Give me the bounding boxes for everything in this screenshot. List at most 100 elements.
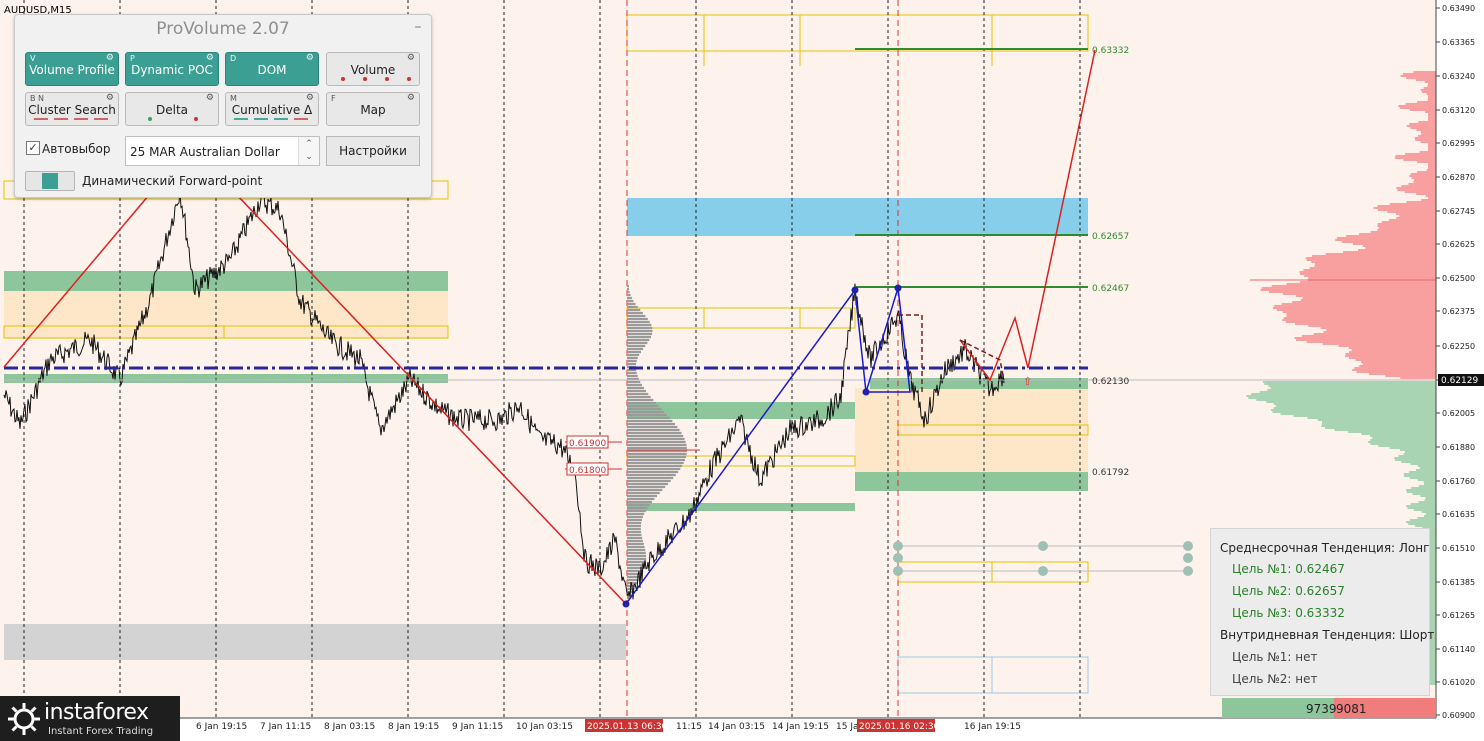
price-tick-label: 0.62375: [1442, 307, 1475, 316]
panel-title: ProVolume 2.07: [156, 19, 290, 39]
gear-icon[interactable]: ⚙: [206, 94, 214, 103]
bull-zone: [855, 472, 1088, 491]
mid-target-3: Цель №3: 0.63332: [1232, 606, 1345, 620]
mid-trend-title: Среднесрочная Тенденция: Лонг: [1220, 541, 1430, 555]
mid-target-1: Цель №1: 0.62467: [1232, 562, 1345, 576]
time-tick-label: 7 Jan 11:15: [260, 722, 311, 732]
instaforex-logo: instaforex Instant Forex Trading: [0, 696, 180, 741]
gear-icon[interactable]: ⚙: [206, 54, 214, 63]
cluster-search-button[interactable]: B N ⚙ Cluster Search: [25, 92, 119, 126]
time-tick-label: 14 Jan 03:15: [708, 722, 765, 732]
trading-chart-window[interactable]: 0.63332 0.62657 0.62467 0.62130 0.61792 0.619…: [0, 0, 1484, 741]
dom-button[interactable]: D ⚙ DOM: [225, 52, 319, 86]
time-tick-label: 9 Jan 11:15: [452, 722, 503, 732]
instrument-select[interactable]: 25 MAR Australian Dollar ⌃ ⌄: [125, 136, 320, 166]
dynamic-poc-button[interactable]: P ⚙ Dynamic POC: [125, 52, 219, 86]
wave-point: [622, 600, 630, 608]
price-tick-label: 0.61140: [1442, 645, 1475, 654]
time-tick-label: 14 Jan 19:15: [772, 722, 829, 732]
settings-button[interactable]: Настройки: [326, 136, 420, 166]
price-tick-label: 0.62625: [1442, 240, 1475, 249]
delta-button[interactable]: ⚙ Delta: [125, 92, 219, 126]
price-tick-label: 0.62005: [1442, 409, 1475, 418]
level-label: 0.62130: [1092, 377, 1129, 387]
target-dot: [1183, 541, 1193, 551]
gear-icon[interactable]: ⚙: [106, 54, 114, 63]
minimize-icon[interactable]: –: [411, 20, 425, 34]
time-tick-label: 11:15: [676, 722, 702, 732]
gear-icon[interactable]: ⚙: [106, 94, 114, 103]
price-tick-label: 0.61020: [1442, 678, 1475, 687]
target-level-label: 0.62467: [1092, 284, 1129, 294]
target-dot: [1038, 566, 1048, 576]
select-spinner[interactable]: ⌃ ⌄: [298, 137, 319, 165]
target-dot: [1183, 566, 1193, 576]
map-button[interactable]: F ⚙ Map: [326, 92, 420, 126]
forward-point-toggle[interactable]: [25, 171, 75, 191]
time-tick-label: 10 Jan 03:15: [516, 722, 573, 732]
price-tick-label: 0.62250: [1442, 342, 1475, 351]
volume-button[interactable]: ⚙ Volume: [326, 52, 420, 86]
dom-level-label: 0.61800: [569, 466, 606, 476]
cluster-indicator: [32, 118, 112, 121]
autoselect-checkbox[interactable]: ✓: [26, 141, 40, 155]
gear-icon[interactable]: ⚙: [306, 94, 314, 103]
target-dot: [1183, 553, 1193, 563]
logo-icon: [8, 703, 40, 735]
cumulative-indicator: [232, 118, 312, 121]
gear-icon[interactable]: ⚙: [407, 54, 415, 63]
gear-icon[interactable]: ⚙: [306, 54, 314, 63]
target-dot: [893, 566, 903, 576]
volume-indicator: [333, 77, 413, 81]
target-level-label: 0.62657: [1092, 232, 1129, 242]
time-tick-label: 2025.01.16 02:30: [859, 722, 940, 732]
cream-zone: [855, 388, 1088, 472]
time-tick-label: 15 Ja: [836, 722, 858, 732]
price-tick-label: 0.62870: [1442, 173, 1475, 182]
wave-point: [851, 286, 859, 294]
price-tick-label: 0.63490: [1442, 4, 1475, 13]
cumulative-delta-button[interactable]: M ⚙ Cumulative Δ: [225, 92, 319, 126]
price-tick-label: 0.63365: [1442, 38, 1475, 47]
last-price-label: 0.62129: [1441, 376, 1478, 386]
volume-balance-bar: 9739 9081: [1222, 698, 1435, 718]
level-label: 0.61792: [1092, 468, 1129, 478]
intra-target-2: Цель №2: нет: [1232, 672, 1318, 686]
bull-zone: [4, 374, 448, 383]
gear-icon[interactable]: ⚙: [407, 94, 415, 103]
chevron-up-icon[interactable]: ⌃: [299, 137, 319, 151]
gray-zone: [4, 624, 626, 660]
up-arrow-icon: ⇧: [1023, 375, 1032, 388]
dom-level-label: 0.61900: [569, 439, 606, 449]
chevron-down-icon[interactable]: ⌄: [299, 151, 319, 165]
target-dot: [893, 541, 903, 551]
forward-point-label: Динамический Forward-point: [82, 174, 263, 188]
intra-trend-title: Внутридневная Тенденция: Шорт: [1220, 628, 1435, 642]
volume-profile-button[interactable]: V ⚙ Volume Profile: [25, 52, 119, 86]
wave-point: [894, 284, 902, 292]
autoselect-label: Автовыбор: [42, 142, 111, 156]
time-tick-label: 6 Jan 19:15: [196, 722, 247, 732]
delta-indicator: [132, 117, 212, 121]
price-tick-label: 0.62995: [1442, 139, 1475, 148]
mid-target-2: Цель №2: 0.62657: [1232, 584, 1345, 598]
bull-zone: [627, 503, 855, 511]
time-tick-label: 16 Jan 19:15: [964, 722, 1021, 732]
target-dot: [893, 553, 903, 563]
provolume-panel[interactable]: ProVolume 2.07 – V ⚙ Volume Profile P ⚙ Dy…: [14, 14, 432, 198]
price-tick-label: 0.63240: [1442, 72, 1475, 81]
price-tick-label: 0.61635: [1442, 510, 1475, 519]
trend-info-box: Среднесрочная Тенденция: Лонг Цель №1: 0…: [1210, 528, 1434, 696]
time-tick-label: 8 Jan 19:15: [388, 722, 439, 732]
price-tick-label: 0.61385: [1442, 578, 1475, 587]
time-tick-label: 8 Jan 03:15: [324, 722, 375, 732]
time-tick-label: 2025.01.13 06:30: [587, 722, 668, 732]
intra-target-1: Цель №1: нет: [1232, 650, 1318, 664]
cream-zone: [4, 291, 448, 339]
price-tick-label: 0.61265: [1442, 611, 1475, 620]
price-tick-label: 0.61760: [1442, 477, 1475, 486]
sell-volume-value: 9081: [1336, 702, 1367, 716]
price-tick-label: 0.63120: [1442, 106, 1475, 115]
target-level-label: 0.63332: [1092, 46, 1129, 56]
target-dot: [1038, 541, 1048, 551]
